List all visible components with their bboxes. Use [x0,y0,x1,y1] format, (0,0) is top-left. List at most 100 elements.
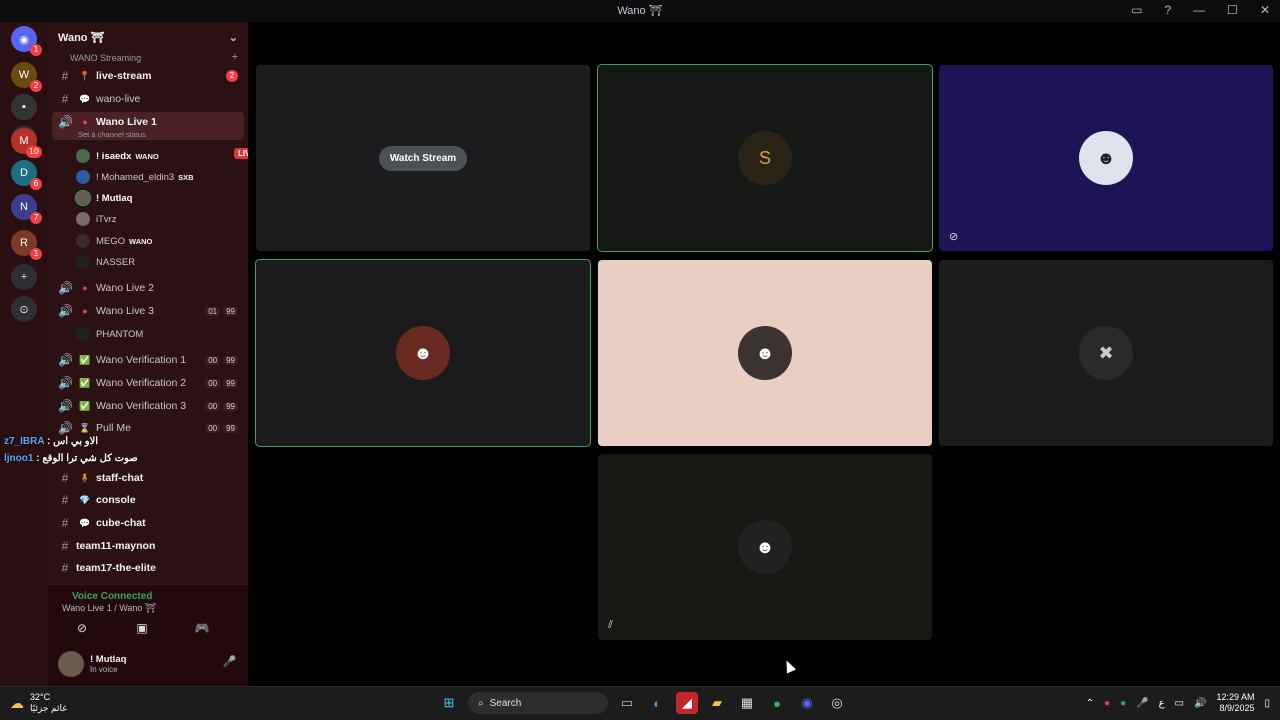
hash-icon: # [61,516,69,530]
category-label[interactable]: WANO Streaming [70,53,141,63]
spotify-icon[interactable]: ● [766,692,788,714]
chrome-icon[interactable]: ◎ [826,692,848,714]
tray-app-icon[interactable]: ● [1120,698,1126,709]
title-bar: Wano ⛩ ▭ ? — ☐ ✕ [0,0,1280,22]
windows-taskbar: ☁ 32°C غائم جزئيًا ⊞ ⌕ Search ▭ ◐ ◢ ▰ ▦ ● … [0,686,1280,720]
language-indicator[interactable]: ع [1159,698,1165,709]
channel-live-stream[interactable]: # 📍 live-stream 2 [48,66,248,86]
server-icon[interactable]: R1 [11,230,42,260]
voice-user[interactable]: MEGO WANO [76,231,152,251]
voice-channel[interactable]: 🔊 ✅ Wano Verification 2 00 99 [48,373,248,393]
task-view-icon[interactable]: ▭ [616,692,638,714]
voice-channel[interactable]: 🔊 ● Wano Live 2 [48,278,248,298]
person-icon: 🧍 [79,472,91,483]
voice-user[interactable]: ! Mutlaq [75,188,132,208]
channel-name: Wano Live 1 [96,116,157,128]
participant-tile[interactable]: ✖ [939,260,1273,446]
voice-user[interactable]: PHANTOM [76,324,143,344]
edge-icon[interactable]: ◐ [646,692,668,714]
inbox-icon[interactable]: ▭ [1131,3,1142,17]
voice-user[interactable]: NASSER [76,252,135,272]
channel-name: wano-live [96,93,141,105]
discord-home-icon[interactable]: ◉ 1 [11,26,42,56]
voice-channel-path[interactable]: Wano Live 1 / Wano ⛩ [62,603,156,614]
user-count: 00 [205,355,221,365]
amd-icon[interactable]: ◢ [676,692,698,714]
activity-button[interactable]: 🎮 [176,617,228,639]
time: 12:29 AM [1216,692,1255,702]
voice-channel[interactable]: 🔊 ✅ Wano Verification 3 00 99 [48,396,248,416]
voice-connected-label[interactable]: Voice Connected [72,591,152,602]
add-server-icon[interactable]: + [11,264,37,290]
chevron-down-icon[interactable]: ⌄ [229,31,238,44]
channel-status-hint[interactable]: Set a channel status [78,130,146,139]
user-panel[interactable]: ! Mutlaq In voice [58,651,126,677]
hash-icon: # [61,493,69,507]
voice-channel[interactable]: 🔊 ⌛ Pull Me 00 99 [48,418,248,438]
channel-wano-live[interactable]: # 💬 wano-live [48,89,248,109]
camera-off-button[interactable]: ⊘ [56,617,108,639]
add-channel-icon[interactable]: + [232,51,238,63]
voice-channel[interactable]: 🔊 ✅ Wano Verification 1 00 99 [48,350,248,370]
user-name: ! isaedx [96,150,132,162]
voice-channel-wano-live-1[interactable]: 🔊 ● Wano Live 1 [48,112,248,132]
tray-app-icon[interactable]: ● [1104,698,1110,709]
chevron-up-icon[interactable]: ⌃ [1086,698,1094,709]
watch-stream-button[interactable]: Watch Stream [378,145,468,171]
text-channel[interactable]: # 💬 cube-chat [48,513,248,533]
participant-tile[interactable]: ☻ [255,259,591,447]
text-channel[interactable]: # 💎 console [48,490,248,510]
text-channel[interactable]: # team17-the-elite [48,558,248,578]
server-icon[interactable]: ▪ [11,94,37,120]
overlay-message: ljnoo1 : صوت كل شي ترا الوقع [4,453,138,464]
channel-name: console [96,494,136,506]
notification-icon[interactable]: ▯ [1264,698,1270,709]
network-icon[interactable]: ▭ [1175,698,1184,709]
file-explorer-icon[interactable]: ▰ [706,692,728,714]
speaker-icon: 🔊 [58,304,73,318]
discord-icon[interactable]: ◉ [796,692,818,714]
participant-tile[interactable]: ☻ ⫽ [598,454,932,640]
participant-tile[interactable]: S [597,64,933,252]
text-channel[interactable]: # 🧍 staff-chat [48,468,248,488]
voice-user[interactable]: ! isaedx WANO [76,146,159,166]
voice-user[interactable]: iTvrz [76,209,117,229]
server-header[interactable]: Wano ⛩ ⌄ [48,22,248,52]
maximize-icon[interactable]: ☐ [1227,3,1238,17]
start-icon[interactable]: ⊞ [438,692,460,714]
clock[interactable]: 12:29 AM 8/9/2025 [1216,692,1254,714]
microphone-icon[interactable]: 🎤 [1136,698,1148,709]
text-channel[interactable]: # team11-maynon [48,536,248,556]
server-icon[interactable]: M 10 [11,128,42,158]
help-icon[interactable]: ? [1164,3,1171,17]
volume-icon[interactable]: 🔊 [1194,698,1206,709]
server-icon-wano[interactable]: W2 [11,62,42,92]
avatar [76,234,90,248]
channel-name: Wano Verification 2 [96,377,187,389]
participant-tile[interactable]: ☻ [598,260,932,446]
voice-user[interactable]: ! Mohamed_eldin3 SXB [76,167,194,187]
discover-icon[interactable]: ⊙ [11,296,37,322]
deafen-icon: ⊘ [949,231,959,243]
server-icon[interactable]: D6 [11,160,42,190]
badge: 2 [30,80,42,92]
store-icon[interactable]: ▦ [736,692,758,714]
hash-icon: # [61,69,69,83]
minimize-icon[interactable]: — [1193,3,1205,17]
close-icon[interactable]: ✕ [1260,3,1270,17]
avatar: ☻ [396,326,450,380]
participant-tile[interactable]: ☻ ⊘ [939,65,1273,251]
check-icon: ✅ [79,377,91,388]
user-name: MEGO [96,235,126,247]
weather-widget[interactable]: ☁ 32°C غائم جزئيًا [10,692,67,714]
channel-name: Wano Verification 1 [96,354,187,366]
share-screen-button[interactable]: ▣ [116,617,168,639]
microphone-icon[interactable]: 🎤 [223,655,237,668]
hash-icon: # [61,92,69,106]
overlay-chat: z7_IBRA : الاو بي اس ljnoo1 : صوت كل شي … [4,436,138,464]
search-box[interactable]: ⌕ Search [468,692,608,714]
server-icon[interactable]: N7 [11,194,42,224]
voice-channel[interactable]: 🔊 ● Wano Live 3 01 99 [48,301,248,321]
stream-tile[interactable]: Watch Stream [256,65,590,251]
avatar [76,149,90,163]
